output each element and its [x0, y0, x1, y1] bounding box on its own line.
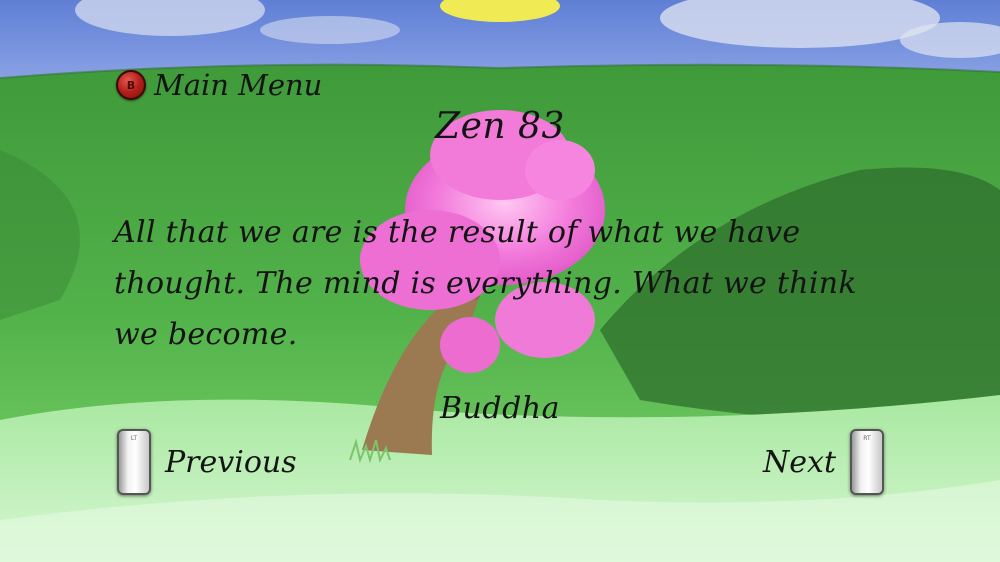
lt-trigger-icon: LT — [117, 429, 151, 495]
main-menu-button[interactable]: B Main Menu — [116, 68, 322, 102]
previous-button[interactable]: LT Previous — [117, 429, 297, 495]
b-button-icon: B — [116, 70, 146, 100]
main-menu-label: Main Menu — [154, 68, 323, 102]
zen-quote: All that we are is the result of what we… — [114, 215, 857, 352]
rt-trigger-label: RT — [863, 435, 871, 442]
next-button[interactable]: Next RT — [763, 429, 884, 495]
quote-author: Buddha — [440, 391, 560, 426]
previous-label: Previous — [165, 444, 297, 480]
rt-trigger-icon: RT — [850, 429, 884, 495]
lt-trigger-label: LT — [130, 435, 138, 442]
zen-title: Zen 83 — [435, 106, 565, 147]
next-label: Next — [763, 444, 836, 480]
